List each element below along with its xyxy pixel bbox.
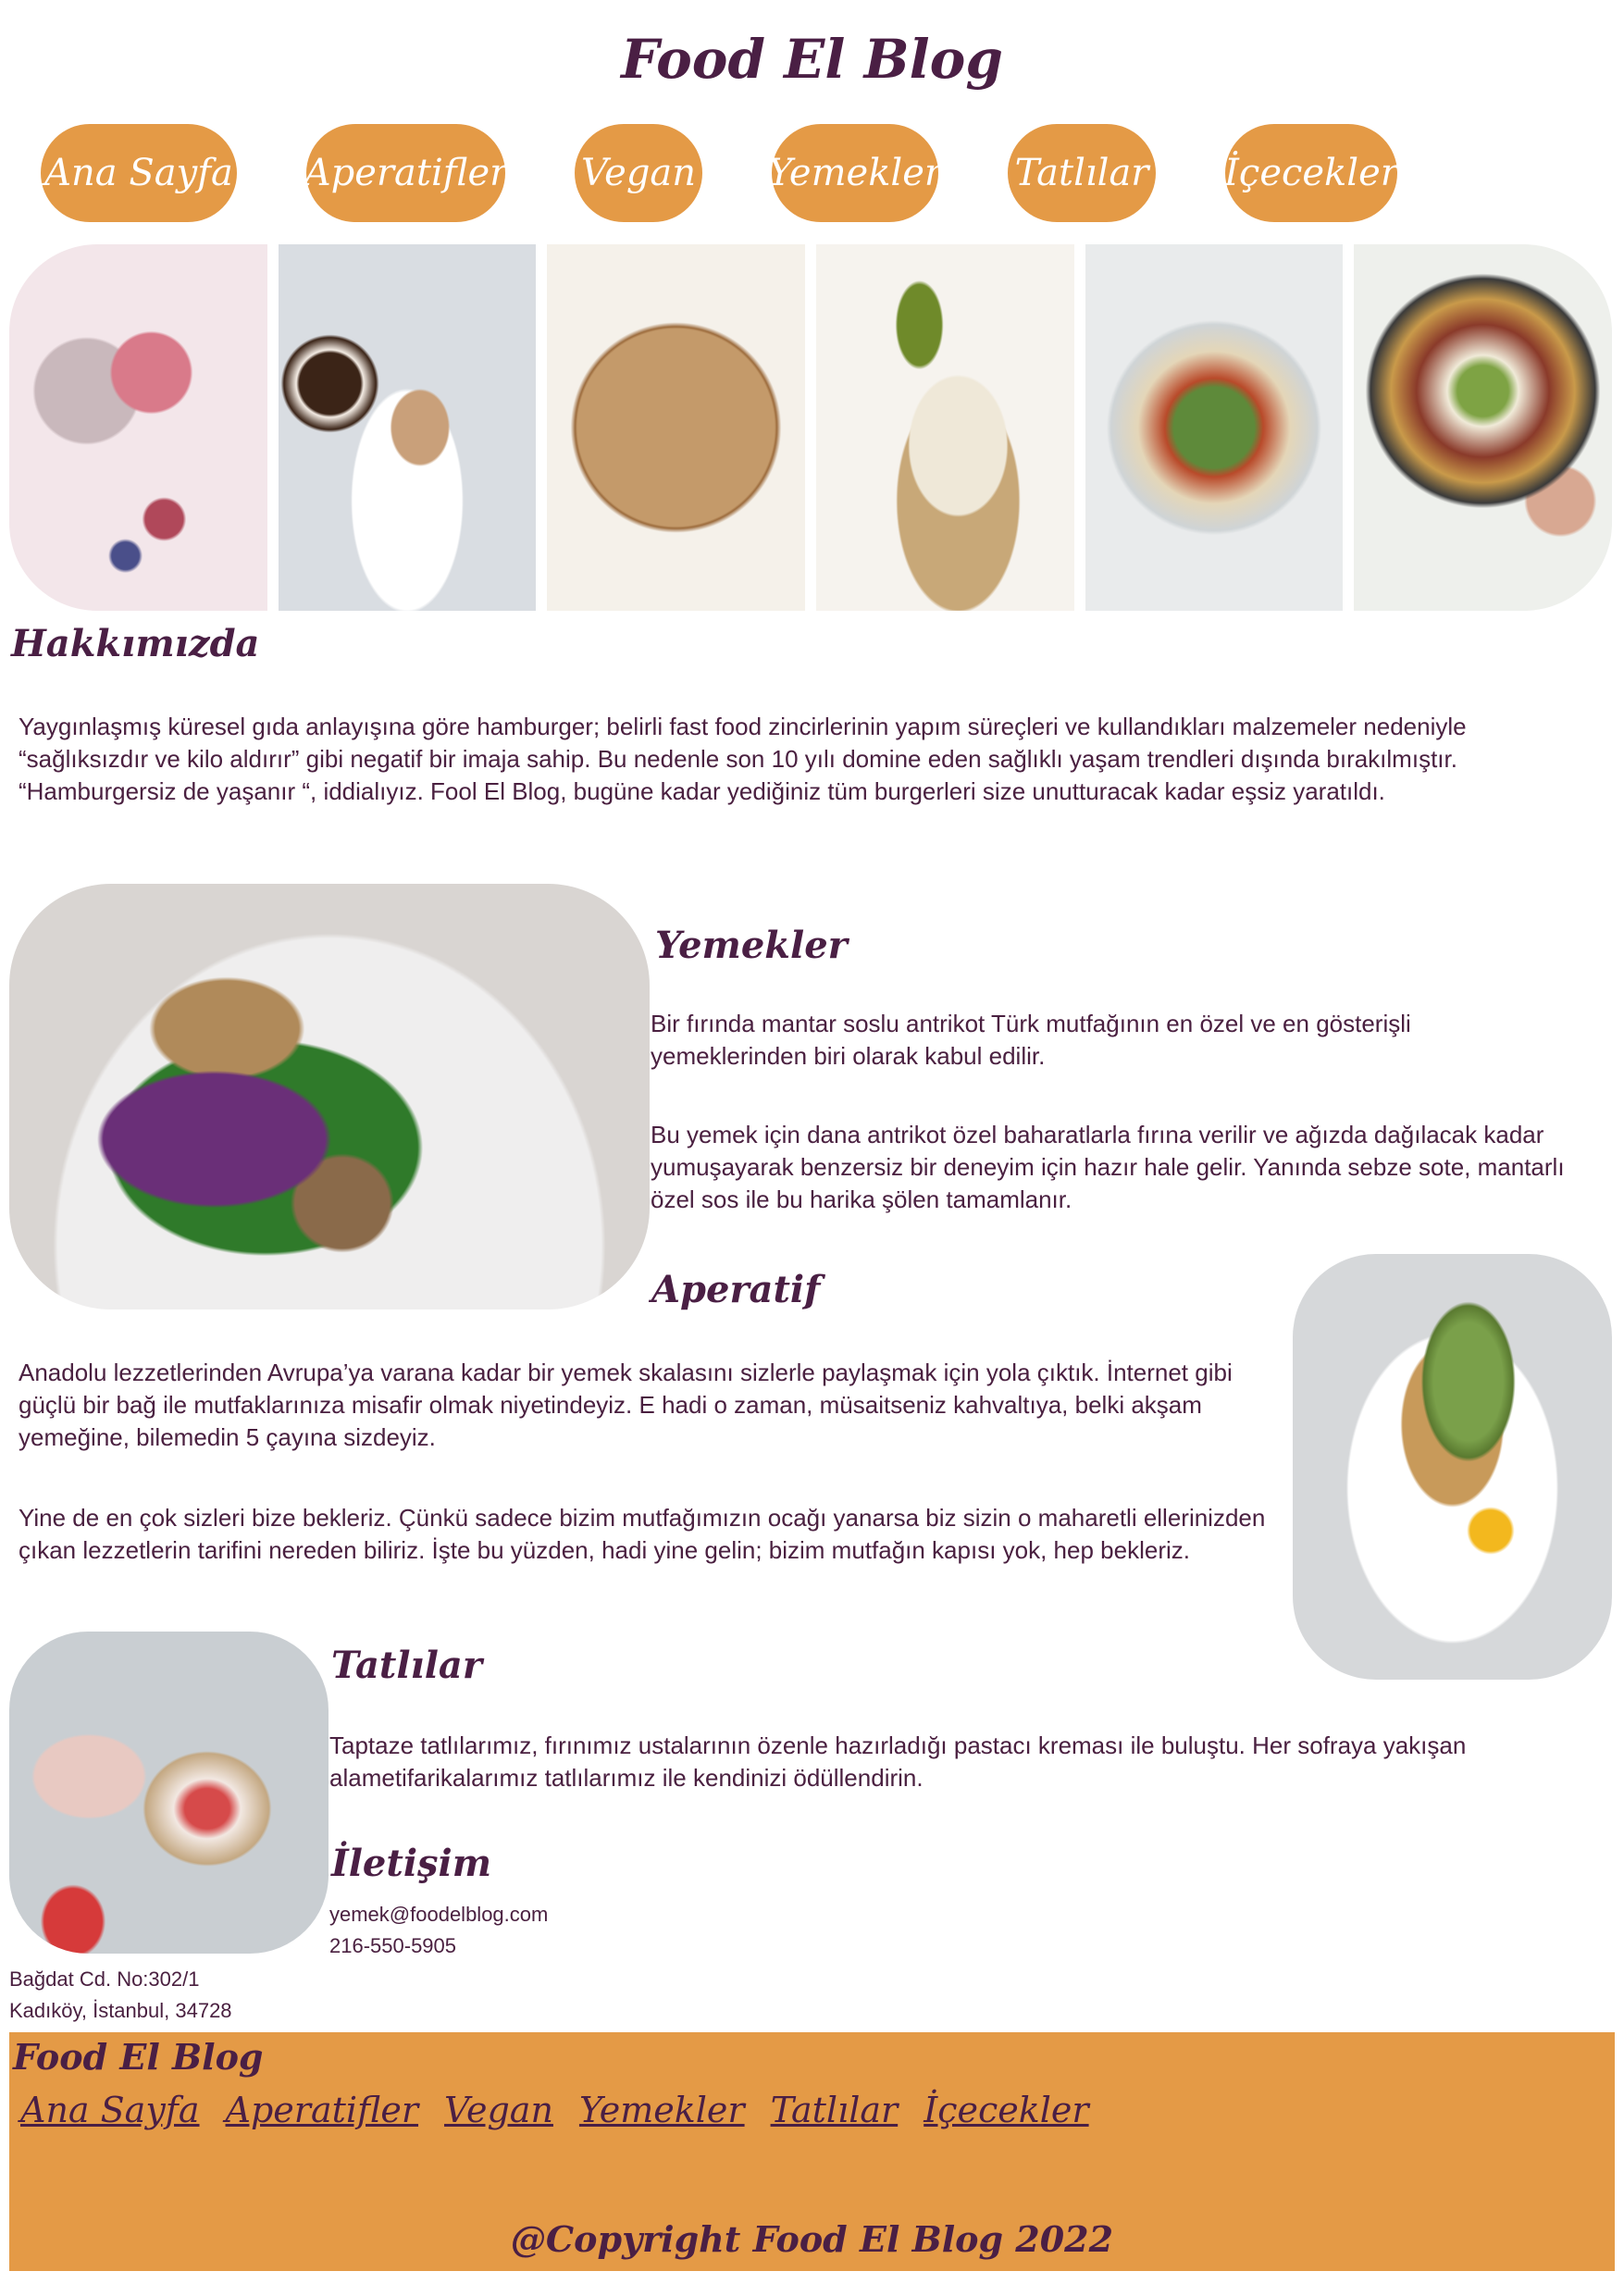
gallery-photo-pear-dessert — [816, 244, 1074, 611]
dishes-photo — [9, 884, 650, 1309]
appetizer-paragraph-2: Yine de en çok sizleri bize bekleriz. Çü… — [19, 1504, 1266, 1564]
nav-home-button[interactable]: Ana Sayfa — [41, 124, 237, 222]
contact-title: İletişim — [331, 1842, 492, 1885]
dishes-paragraph-1: Bir fırında mantar soslu antrikot Türk m… — [651, 1010, 1411, 1070]
appetizer-photo — [1293, 1254, 1612, 1680]
footer-link-vegan[interactable]: Vegan — [444, 2090, 553, 2130]
dishes-paragraph-2: Bu yemek için dana antrikot özel baharat… — [651, 1121, 1565, 1213]
footer-title: Food El Blog — [13, 2036, 264, 2078]
contact-phone[interactable]: 216-550-5905 — [329, 1930, 456, 1962]
footer-link-desserts[interactable]: Tatlılar — [771, 2090, 899, 2130]
nav-dishes-button[interactable]: Yemekler — [768, 124, 942, 222]
footer-link-dishes[interactable]: Yemekler — [579, 2090, 745, 2130]
contact-address-line-1: Bağdat Cd. No:302/1 — [9, 1967, 200, 1991]
gallery-photo-chia-pudding — [9, 244, 267, 611]
nav-desserts-button[interactable]: Tatlılar — [1008, 124, 1156, 222]
main-nav: Ana Sayfa Aperatifler Vegan Yemekler Tat… — [0, 124, 1624, 222]
site-title: Food El Blog — [621, 28, 1003, 91]
footer-copyright: @Copyright Food El Blog 2022 — [510, 2218, 1114, 2260]
about-text: Yaygınlaşmış küresel gıda anlayışına gör… — [19, 713, 1467, 805]
footer-link-home[interactable]: Ana Sayfa — [20, 2090, 200, 2130]
appetizer-title: Aperatif — [651, 1268, 821, 1311]
desserts-title: Tatlılar — [331, 1644, 482, 1687]
gallery-photo-salad — [1085, 244, 1344, 611]
dishes-title: Yemekler — [655, 924, 848, 967]
about-title: Hakkımızda — [11, 622, 260, 665]
contact-address-line-2: Kadıköy, İstanbul, 34728 — [9, 1999, 232, 2022]
appetizer-paragraph-1: Anadolu lezzetlerinden Avrupa’ya varana … — [19, 1359, 1233, 1451]
footer-nav: Ana Sayfa Aperatifler Vegan Yemekler Tat… — [20, 2090, 1089, 2130]
desserts-photo — [9, 1632, 329, 1954]
footer: Food El Blog Ana Sayfa Aperatifler Vegan… — [9, 2032, 1615, 2271]
nav-vegan-button[interactable]: Vegan — [575, 124, 702, 222]
gallery-photo-pie — [547, 244, 806, 611]
nav-appetizers-button[interactable]: Aperatifler — [304, 124, 507, 222]
contact-email[interactable]: yemek@foodelblog.com — [329, 1899, 548, 1930]
gallery-photo-bowl — [1354, 244, 1612, 611]
desserts-text: Taptaze tatlılarımız, fırınımız ustaları… — [329, 1731, 1467, 1792]
gallery-photo-cake-roll — [278, 244, 537, 611]
photo-gallery — [9, 244, 1612, 611]
nav-drinks-button[interactable]: İçecekler — [1224, 124, 1398, 222]
footer-link-appetizers[interactable]: Aperatifler — [226, 2090, 419, 2130]
footer-link-drinks[interactable]: İçecekler — [924, 2090, 1088, 2130]
